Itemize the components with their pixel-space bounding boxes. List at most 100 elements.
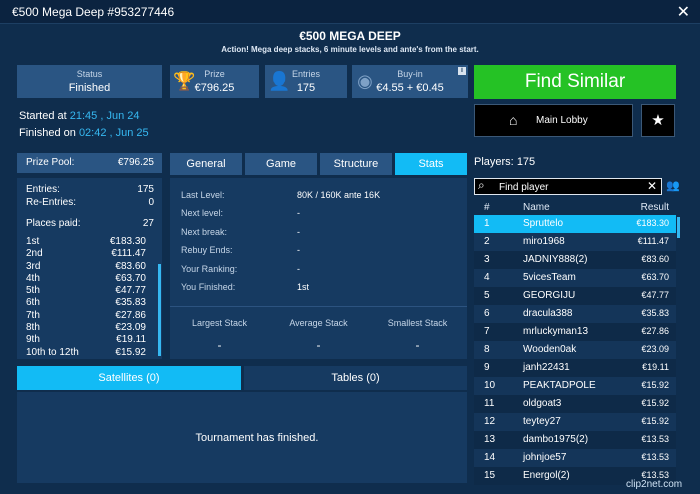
prize-card: 🏆 Prize €796.25	[170, 65, 259, 98]
payout-list[interactable]: 1st €183.30 2nd €111.47 3rd €83.60 4th €63.7…	[26, 236, 150, 358]
payout-row: 1st €183.30	[26, 236, 146, 247]
find-similar-button[interactable]: Find Similar	[474, 65, 676, 99]
prize-pool-label: Prize Pool:	[26, 157, 75, 168]
tournament-subtitle: Action! Mega deep stacks, 6 minute level…	[221, 45, 479, 54]
tab-structure[interactable]: Structure	[320, 153, 392, 175]
players-count-value: 175	[516, 156, 536, 168]
payout-row: 10th to 12th €15.92	[26, 346, 146, 358]
ranking-row: Your Ranking: -	[181, 264, 300, 274]
favorite-star-button[interactable]: ★	[641, 104, 675, 137]
table-row[interactable]: 14 johnjoe57 €13.53	[474, 449, 676, 467]
reentries-label: Re-Entries:	[26, 197, 77, 208]
table-row[interactable]: 10 PEAKTADPOLE €15.92	[474, 377, 676, 395]
places-paid-row: Places paid: 27	[26, 218, 154, 229]
table-row[interactable]: 13 dambo1975(2) €13.53	[474, 431, 676, 449]
table-row[interactable]: 2 miro1968 €111.47	[474, 233, 676, 251]
stats-panel: Last Level: 80K / 160K ante 16K Next leve…	[170, 178, 467, 359]
stats-divider	[170, 306, 467, 307]
finished-on: Finished on 02:42 , Jun 25	[19, 127, 149, 139]
next-level-row: Next level: -	[181, 208, 300, 218]
table-row[interactable]: 12 teytey27 €15.92	[474, 413, 676, 431]
average-stack: Average Stack -	[289, 318, 348, 352]
user-icon: 👤	[268, 71, 291, 91]
info-icon[interactable]: i	[458, 67, 466, 75]
table-row[interactable]: 3 JADNIY888(2) €83.60	[474, 251, 676, 269]
started-label: Started at	[19, 110, 67, 122]
table-row[interactable]: 4 5vicesTeam €63.70	[474, 269, 676, 287]
payout-row: 5th €47.77	[26, 285, 146, 297]
players-table: # Name Result 1 Spruttelo €183.30 2 miro196…	[474, 199, 676, 485]
players-icon[interactable]: 👥	[666, 179, 680, 192]
chip-icon: ◉	[357, 71, 373, 91]
table-row[interactable]: 11 oldgoat3 €15.92	[474, 395, 676, 413]
finished-label: Finished on	[19, 127, 76, 139]
started-value: 21:45 , Jun 24	[69, 110, 140, 122]
search-input[interactable]: Find player	[499, 182, 548, 193]
main-lobby-button[interactable]: ⌂ Main Lobby	[474, 104, 633, 137]
payout-row: 2nd €111.47	[26, 248, 146, 260]
finished-value: 02:42 , Jun 25	[78, 127, 149, 139]
prize-pool-value: €796.25	[117, 157, 154, 168]
started-at: Started at 21:45 , Jun 24	[19, 110, 140, 122]
tournament-title: €500 MEGA DEEP	[299, 29, 401, 43]
table-row[interactable]: 9 janh22431 €19.11	[474, 359, 676, 377]
you-finished-row: You Finished: 1st	[181, 282, 310, 292]
prize-pool-bar: Prize Pool: €796.25	[17, 153, 162, 173]
payout-row: 6th €35.83	[26, 297, 146, 309]
payout-row: 4th €63.70	[26, 272, 146, 284]
trophy-icon: 🏆	[173, 71, 196, 91]
main-lobby-label: Main Lobby	[536, 115, 588, 126]
next-break-row: Next break: -	[181, 227, 300, 237]
col-num: #	[484, 202, 490, 213]
players-table-header: # Name Result	[474, 199, 676, 215]
status-card: Status Finished	[17, 65, 162, 98]
last-level-row: Last Level: 80K / 160K ante 16K	[181, 190, 381, 200]
players-count: Players: 175	[474, 156, 535, 168]
table-row[interactable]: 6 dracula388 €35.83	[474, 305, 676, 323]
largest-stack: Largest Stack -	[191, 318, 248, 352]
table-row[interactable]: 7 mrluckyman13 €27.86	[474, 323, 676, 341]
rebuy-ends-row: Rebuy Ends: -	[181, 245, 300, 255]
payout-row: 8th €23.09	[26, 322, 146, 334]
smallest-stack: Smallest Stack -	[387, 318, 448, 352]
places-paid-value: 27	[142, 218, 154, 229]
tab-stats[interactable]: Stats	[395, 153, 467, 175]
watermark-logo: clip2net.com	[626, 479, 683, 490]
bottom-panel: Tournament has finished.	[17, 392, 467, 483]
tournament-finished-message: Tournament has finished.	[195, 432, 319, 444]
tab-game[interactable]: Game	[245, 153, 317, 175]
entries-card: 👤 Entries 175	[265, 65, 347, 98]
reentries-row: Re-Entries: 0	[26, 197, 154, 208]
tab-tables[interactable]: Tables (0)	[244, 366, 467, 390]
clear-icon[interactable]: ✕	[647, 179, 657, 193]
col-result: Result	[640, 202, 669, 213]
payout-scrollbar[interactable]	[158, 264, 161, 356]
payout-row: 9th €19.11	[26, 334, 146, 346]
tab-general[interactable]: General	[170, 153, 242, 175]
status-value: Finished	[68, 82, 111, 94]
star-icon: ★	[651, 112, 665, 129]
reentries-value: 0	[148, 197, 154, 208]
table-row[interactable]: 1 Spruttelo €183.30	[474, 215, 676, 233]
title-bar: €500 Mega Deep #953277446 ✕	[0, 0, 700, 24]
table-row[interactable]: 8 Wooden0ak €23.09	[474, 341, 676, 359]
places-paid-label: Places paid:	[26, 218, 81, 229]
window-title: €500 Mega Deep #953277446	[12, 5, 175, 19]
home-icon: ⌂	[509, 112, 518, 128]
payout-panel: Entries: 175 Re-Entries: 0 Places paid: …	[17, 178, 162, 359]
tab-satellites[interactable]: Satellites (0)	[17, 366, 241, 390]
payout-row: 3rd €83.60	[26, 260, 146, 272]
close-icon[interactable]: ✕	[677, 2, 690, 22]
col-name: Name	[523, 202, 550, 213]
buyin-card: ◉ Buy-in €4.55 + €0.45 i	[352, 65, 468, 98]
player-search-box[interactable]: ⌕ Find player ✕	[474, 178, 662, 195]
entries-row-value: 175	[137, 184, 154, 195]
status-label: Status	[76, 69, 103, 79]
payout-row: 7th €27.86	[26, 309, 146, 321]
table-row[interactable]: 5 GEORGIJU €47.77	[474, 287, 676, 305]
players-scrollbar[interactable]	[677, 217, 680, 238]
players-label: Players:	[474, 156, 514, 168]
entries-row-label: Entries:	[26, 184, 60, 195]
search-icon: ⌕	[478, 178, 485, 192]
entries-row: Entries: 175	[26, 184, 154, 195]
